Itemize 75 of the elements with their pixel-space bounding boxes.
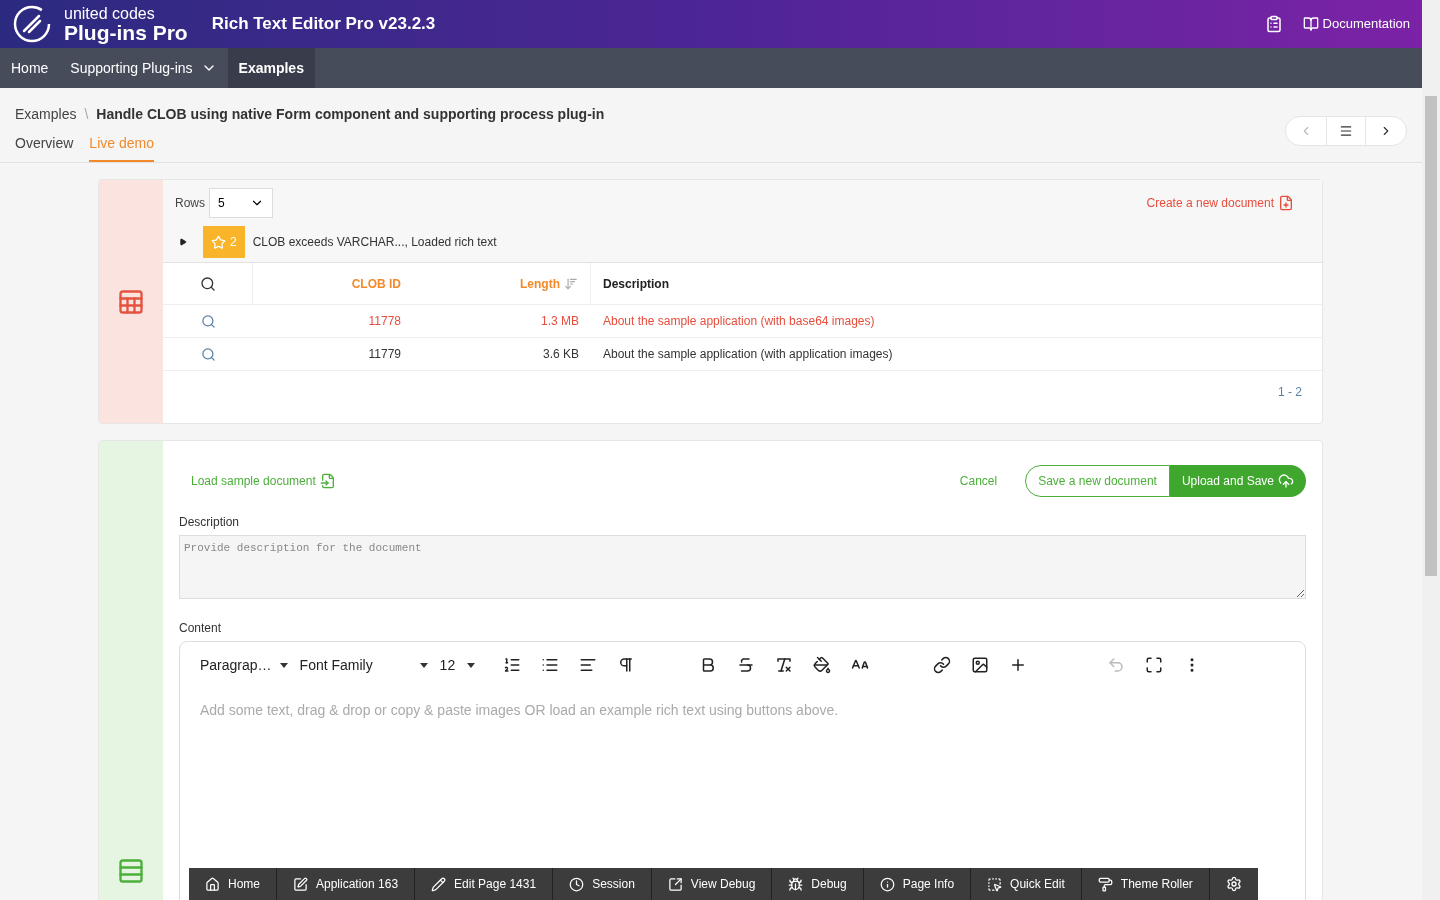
developer-toolbar-button[interactable]: View Debug <box>651 868 773 900</box>
table-cell-text: 11778 <box>367 313 401 330</box>
developer-toolbar-button[interactable]: Page Info <box>863 868 972 900</box>
table-cell-text: About the sample application (with base64 images) <box>602 313 875 330</box>
home-icon <box>205 876 220 892</box>
rows-label: Rows <box>175 195 205 212</box>
cloud-upload-icon <box>1278 473 1294 489</box>
page-tab[interactable]: Overview <box>15 133 74 162</box>
expand-icon[interactable] <box>179 238 187 246</box>
bug-icon <box>788 876 804 892</box>
clipboard-icon[interactable] <box>1264 15 1283 33</box>
count-badge: 2 <box>203 226 245 258</box>
caret-icon <box>419 662 428 668</box>
field-label: Content <box>179 620 223 637</box>
strikethrough-icon[interactable] <box>737 656 756 674</box>
numbered-list-icon[interactable] <box>503 656 522 674</box>
report-row[interactable]: 11778 1.3 MB About the sample application (with base64 images) <box>163 305 1322 338</box>
external-link-icon <box>667 876 683 892</box>
table-cell-text: 3.6 KB <box>541 346 580 363</box>
column-header[interactable]: Description <box>591 274 669 293</box>
file-plus-icon <box>1278 195 1294 211</box>
logo-icon <box>12 4 52 44</box>
font-size-select[interactable]: 12 <box>439 654 476 676</box>
developer-toolbar-button[interactable]: Home <box>189 868 277 900</box>
breadcrumb-link[interactable]: Examples <box>15 104 77 125</box>
rows-select[interactable]: 5 <box>209 188 273 218</box>
pencil-icon <box>431 876 447 892</box>
align-left-icon[interactable] <box>579 656 598 674</box>
report-row[interactable]: 11779 3.6 KB About the sample application (with application images) <box>163 338 1322 371</box>
bullet-list-icon[interactable] <box>541 656 560 674</box>
book-icon <box>1302 16 1319 32</box>
nav-item[interactable]: Examples <box>227 48 315 88</box>
pagination-text: 1 - 2 <box>1278 384 1302 401</box>
nav-item[interactable]: Supporting Plug-ins <box>59 48 228 88</box>
caret-icon <box>279 662 288 668</box>
paint-roller-icon <box>1097 876 1113 892</box>
field-label: Description <box>179 514 241 531</box>
logo-top-text: united codes <box>64 5 156 22</box>
image-icon[interactable] <box>971 656 990 674</box>
caret-icon <box>467 662 476 668</box>
fullscreen-icon[interactable] <box>1145 656 1164 674</box>
app-title: Rich Text Editor Pro v23.2.3 <box>211 13 436 36</box>
developer-toolbar-button[interactable]: Edit Page 1431 <box>415 868 554 900</box>
view-icon[interactable] <box>200 346 216 362</box>
search-icon[interactable] <box>199 275 216 292</box>
logo-bottom-text: Plug-ins Pro <box>64 21 188 43</box>
control-break-label: CLOB exceeds VARCHAR..., Loaded rich text <box>252 234 497 251</box>
developer-toolbar-button[interactable]: Quick Edit <box>971 868 1082 900</box>
developer-toolbar-button[interactable]: Theme Roller <box>1081 868 1210 900</box>
settings-icon[interactable] <box>1225 876 1242 892</box>
selection-pointer-icon <box>987 876 1003 892</box>
star-icon <box>211 234 226 250</box>
remove-format-icon[interactable] <box>775 656 794 674</box>
documentation-link[interactable]: Documentation <box>1302 14 1410 34</box>
table-cell-text: 1.3 MB <box>540 313 580 330</box>
table-cell-text: 11779 <box>367 346 401 363</box>
breadcrumb-separator: \ <box>84 105 89 124</box>
menu-icon <box>1339 124 1353 138</box>
edit-square-icon <box>293 876 308 892</box>
link-icon[interactable] <box>933 656 952 674</box>
developer-toolbar-button[interactable]: Application 163 <box>277 868 416 900</box>
font-family-select[interactable]: Font Family <box>299 654 428 676</box>
view-icon[interactable] <box>200 313 216 329</box>
nav-item[interactable]: Home <box>0 48 60 88</box>
file-icon <box>319 473 336 489</box>
list-button[interactable] <box>1326 117 1366 145</box>
info-icon <box>879 876 895 892</box>
description-field[interactable]: Provide description for the document <box>179 535 1306 599</box>
block-format-select[interactable]: Paragrap… <box>200 654 288 676</box>
developer-toolbar-button[interactable]: Session <box>553 868 652 900</box>
table-cell-text: About the sample application (with application images) <box>602 346 893 363</box>
developer-toolbar-button[interactable]: Debug <box>772 868 864 900</box>
create-document-link[interactable]: Create a new document <box>1146 194 1294 212</box>
breadcrumb-current: Handle CLOB using native Form component and supporting process plug-in <box>96 105 605 124</box>
clock-icon <box>569 876 585 892</box>
